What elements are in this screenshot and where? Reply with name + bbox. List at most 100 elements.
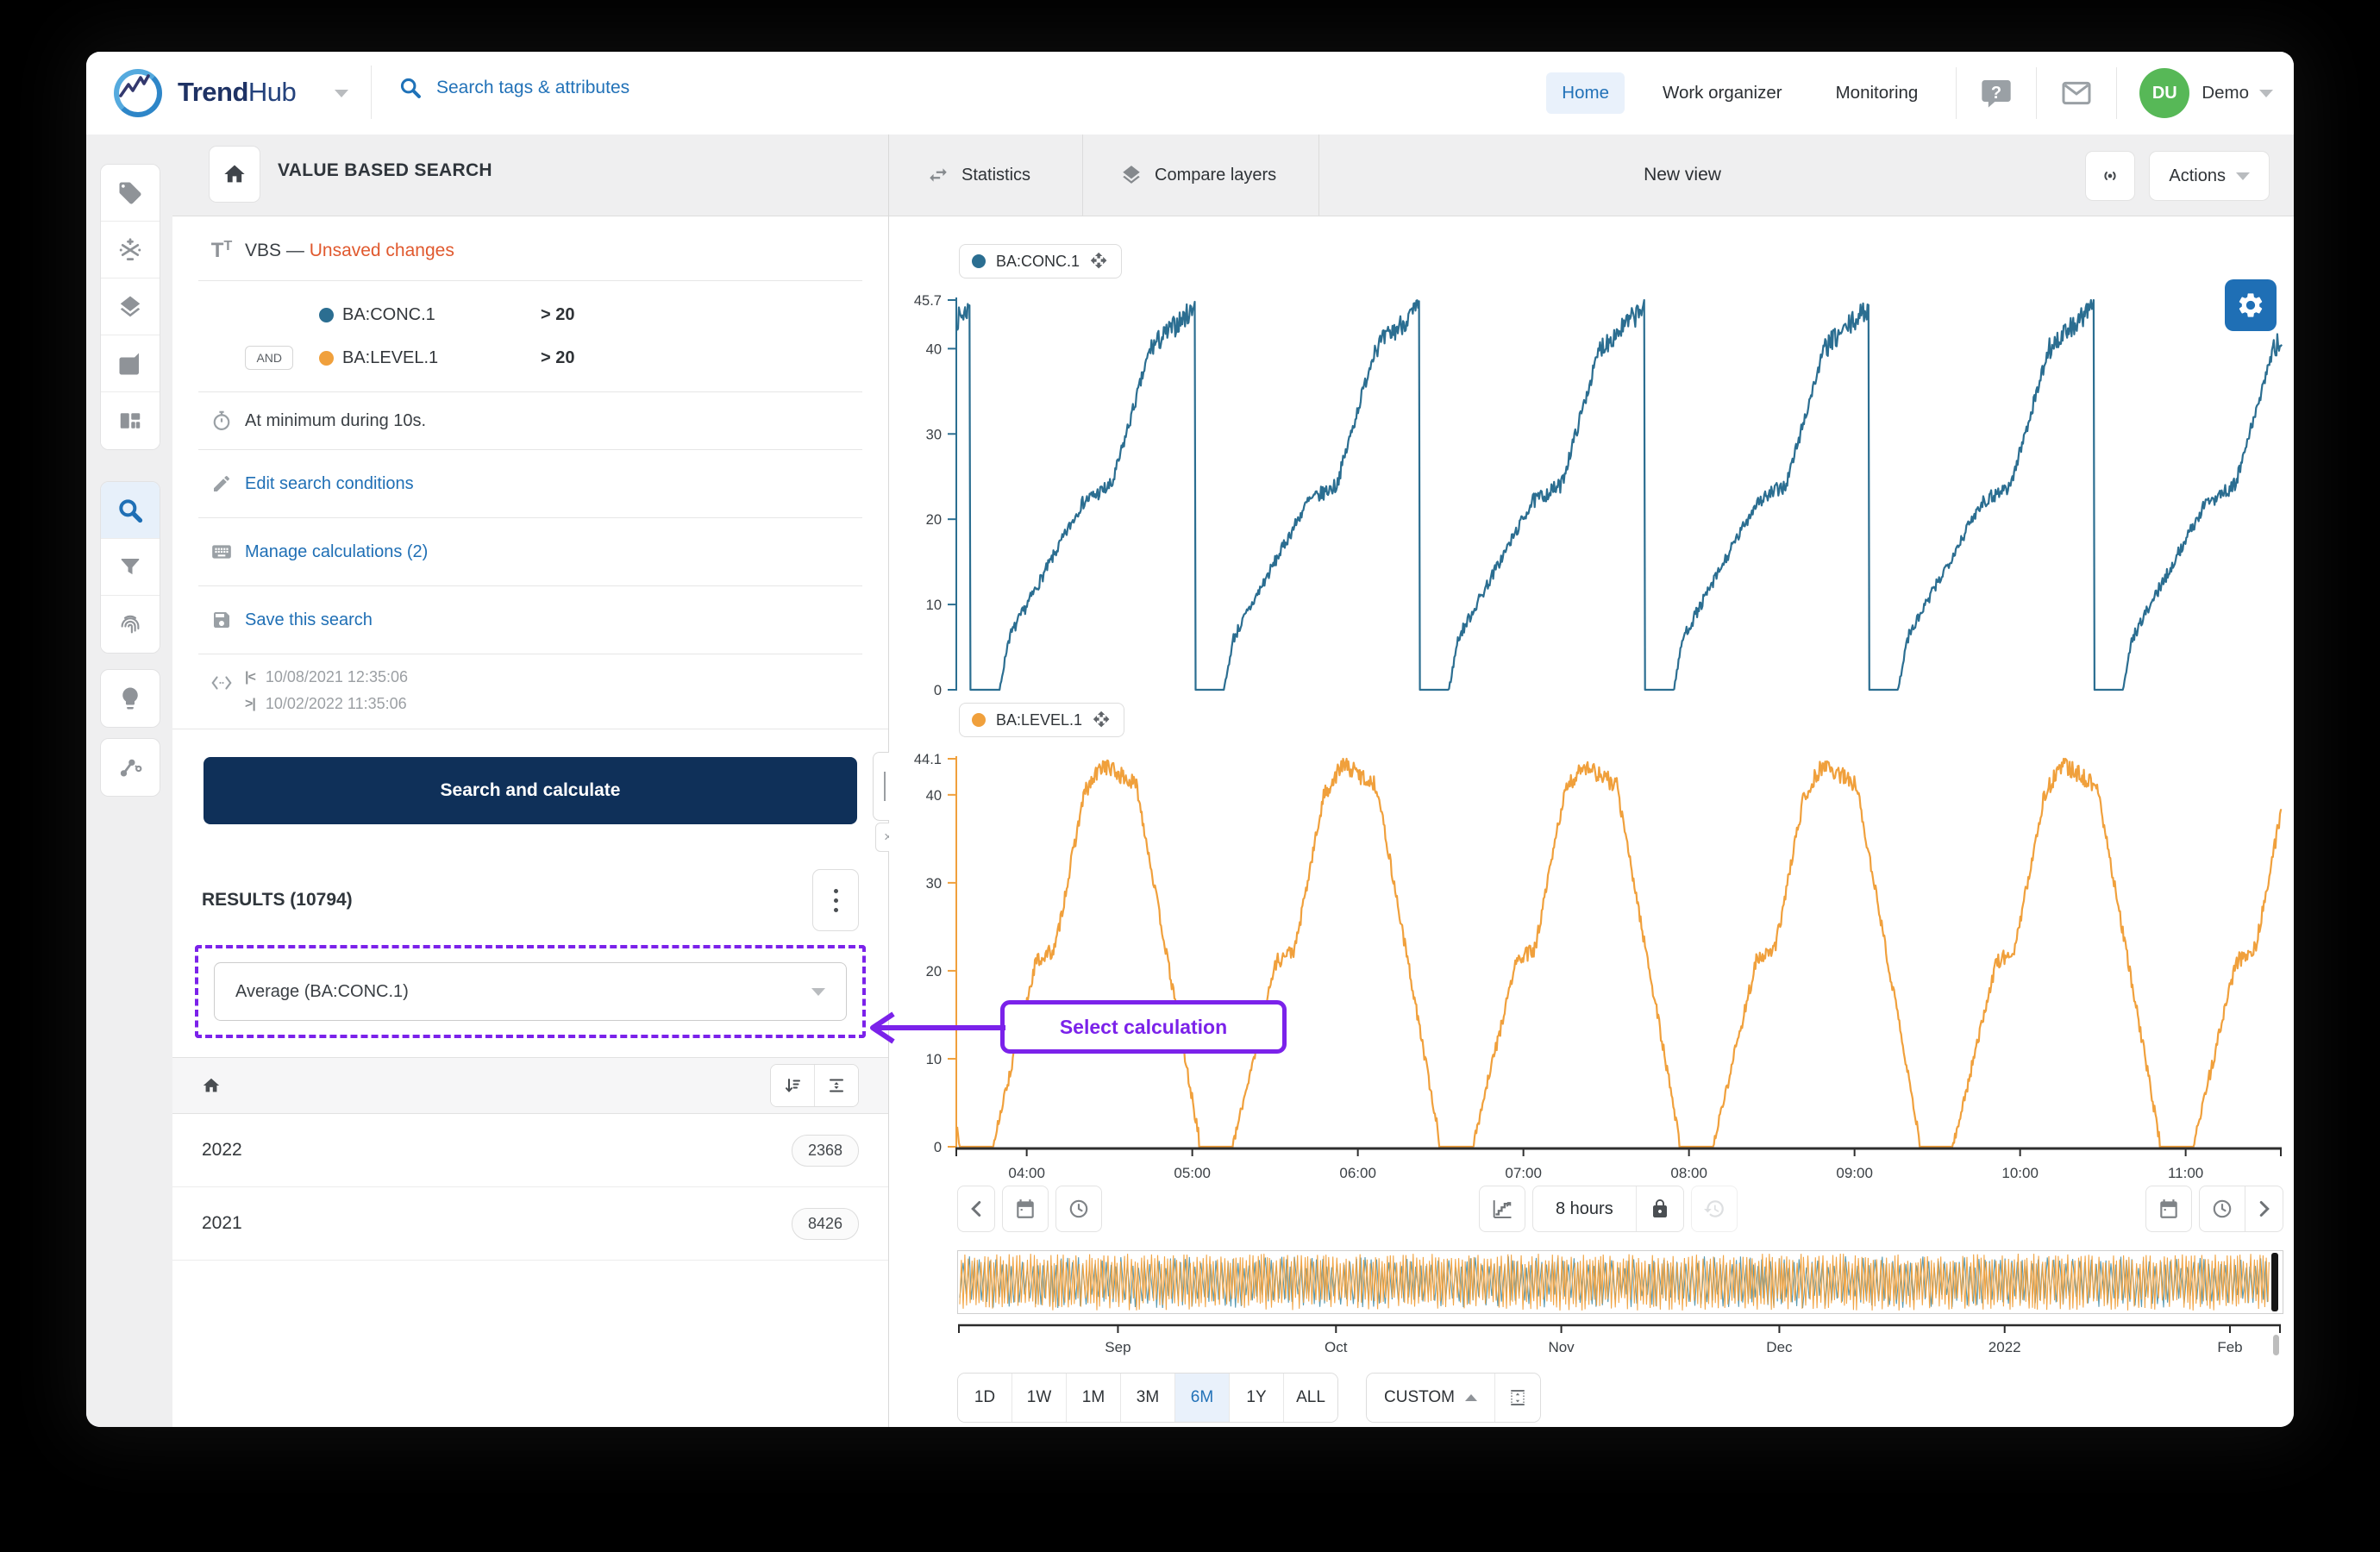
sidebar-item-layers[interactable] [101, 278, 160, 335]
range-end-icon: >| [245, 697, 255, 712]
fit-range-button[interactable] [1495, 1374, 1540, 1422]
range-start: 10/08/2021 12:35:06 [266, 668, 408, 686]
mail-icon[interactable] [2059, 76, 2094, 110]
logo-chevron-down-icon[interactable] [335, 90, 348, 97]
calculation-select[interactable]: Average (BA:CONC.1) [214, 962, 847, 1021]
search-time-range[interactable]: |<10/08/2021 12:35:06 >|10/02/2022 11:35… [172, 654, 888, 729]
chevron-up-icon [1465, 1394, 1477, 1401]
sidebar-item-context[interactable] [101, 739, 160, 796]
edit-search-conditions-link[interactable]: Edit search conditions [172, 450, 888, 517]
calculation-highlight-box: Average (BA:CONC.1) [195, 945, 866, 1038]
svg-text:0: 0 [934, 1140, 942, 1155]
sidebar-item-fingerprint[interactable] [101, 596, 160, 653]
lightbulb-icon [117, 685, 143, 711]
graph-nodes-icon [117, 754, 143, 780]
svg-text:30: 30 [926, 876, 942, 892]
search-icon [398, 76, 423, 100]
step-chart-button[interactable] [1479, 1186, 1525, 1232]
svg-text:10:00: 10:00 [2001, 1165, 2039, 1181]
condition-row[interactable]: AND BA:LEVEL.1 > 20 [172, 336, 888, 379]
start-time-button[interactable] [1055, 1186, 1102, 1232]
tag-icon [117, 180, 143, 206]
svg-text:45.7: 45.7 [914, 293, 942, 309]
divider [2116, 67, 2117, 119]
user-chevron-down-icon [2259, 90, 2273, 97]
global-search-input[interactable] [435, 77, 921, 99]
duration-label[interactable]: 8 hours [1533, 1199, 1636, 1219]
logo-zigzag-icon [114, 69, 152, 107]
search-and-calculate-button[interactable]: Search and calculate [204, 757, 857, 824]
zoom-presets: 1D 1W 1M 3M 6M 1Y ALL CUSTOM [957, 1373, 1541, 1423]
sidebar-item-recommendations[interactable] [101, 670, 160, 727]
panel-home-button[interactable] [209, 146, 260, 203]
tab-home[interactable]: Home [1546, 72, 1625, 114]
overview-strip[interactable] [957, 1250, 2283, 1314]
svg-text:Oct: Oct [1325, 1339, 1348, 1355]
sidebar-item-comments[interactable] [101, 335, 160, 392]
sidebar-item-tags[interactable] [101, 165, 160, 222]
end-time-button[interactable] [2199, 1186, 2245, 1232]
svg-text:Feb: Feb [2217, 1339, 2242, 1355]
history-button[interactable] [1691, 1186, 1738, 1232]
search-icon [116, 497, 144, 524]
navbar: TrendHub Home Work organizer Monitoring … [86, 52, 2294, 135]
save-search-link[interactable]: Save this search [172, 586, 888, 654]
svg-text:20: 20 [926, 512, 942, 528]
app-title: TrendHub [178, 77, 296, 108]
home-icon[interactable] [202, 1076, 221, 1095]
preset-all[interactable]: ALL [1284, 1374, 1337, 1422]
collapse-button[interactable] [814, 1065, 858, 1106]
clock-icon [1068, 1198, 1090, 1220]
preset-6m[interactable]: 6M [1175, 1374, 1230, 1422]
sidebar-item-dashboard[interactable] [101, 392, 160, 449]
condition-tag: BA:LEVEL.1 [342, 348, 506, 368]
tab-work-organizer[interactable]: Work organizer [1647, 72, 1798, 114]
divider [2036, 67, 2037, 119]
preset-1w[interactable]: 1W [1012, 1374, 1067, 1422]
sidebar-item-calculations[interactable] [101, 222, 160, 278]
preset-3m[interactable]: 3M [1121, 1374, 1175, 1422]
result-row[interactable]: 2021 8426 [172, 1187, 888, 1261]
sidebar-item-filter[interactable] [101, 539, 160, 596]
condition-value: > 20 [541, 305, 574, 325]
result-count-badge: 2368 [792, 1135, 859, 1167]
timeline-center-controls: 8 hours [1479, 1186, 1738, 1232]
start-calendar-button[interactable] [1002, 1186, 1049, 1232]
pan-left-button[interactable] [957, 1186, 995, 1232]
preset-1d[interactable]: 1D [958, 1374, 1012, 1422]
manage-calculations-link[interactable]: Manage calculations (2) [172, 518, 888, 585]
custom-range-button[interactable]: CUSTOM [1367, 1374, 1495, 1422]
lock-duration-button[interactable] [1636, 1186, 1683, 1231]
sort-button[interactable] [771, 1065, 814, 1106]
fit-vertical-icon [1507, 1387, 1528, 1408]
timeline-right-controls [2145, 1186, 2283, 1232]
divider [1956, 67, 1957, 119]
user-name: Demo [2202, 83, 2249, 103]
preset-1y[interactable]: 1Y [1230, 1374, 1284, 1422]
user-menu[interactable]: DU Demo [2139, 68, 2273, 118]
layers-icon [117, 294, 143, 320]
rename-icon[interactable]: TT [198, 239, 245, 263]
result-row[interactable]: 2022 2368 [172, 1114, 888, 1187]
timeline-left-controls [957, 1186, 1102, 1232]
collapse-vertical-icon [826, 1075, 847, 1096]
end-calendar-button[interactable] [2145, 1186, 2192, 1232]
condition-row[interactable]: BA:CONC.1 > 20 [172, 293, 888, 336]
preset-1m[interactable]: 1M [1067, 1374, 1121, 1422]
results-title: RESULTS (10794) [202, 890, 353, 911]
trend-chart-canvas[interactable]: 45.740302010044.140302010004:0005:0006:0… [889, 135, 2294, 1427]
search-name: VBS — Unsaved changes [245, 241, 454, 261]
svg-text:10: 10 [926, 598, 942, 613]
step-chart-icon [1490, 1197, 1514, 1221]
help-icon[interactable]: ? [1979, 76, 2014, 110]
results-menu-button[interactable] [812, 869, 859, 931]
callout-arrow [862, 1007, 1009, 1048]
filter-icon [117, 554, 143, 580]
svg-text:30: 30 [926, 427, 942, 442]
sidebar-item-value-search[interactable] [101, 482, 160, 539]
pan-right-button[interactable] [2245, 1186, 2283, 1232]
tab-monitoring[interactable]: Monitoring [1820, 72, 1934, 114]
stopwatch-icon [210, 410, 233, 432]
svg-text:09:00: 09:00 [1836, 1165, 1873, 1181]
time-range-icon [210, 672, 233, 694]
